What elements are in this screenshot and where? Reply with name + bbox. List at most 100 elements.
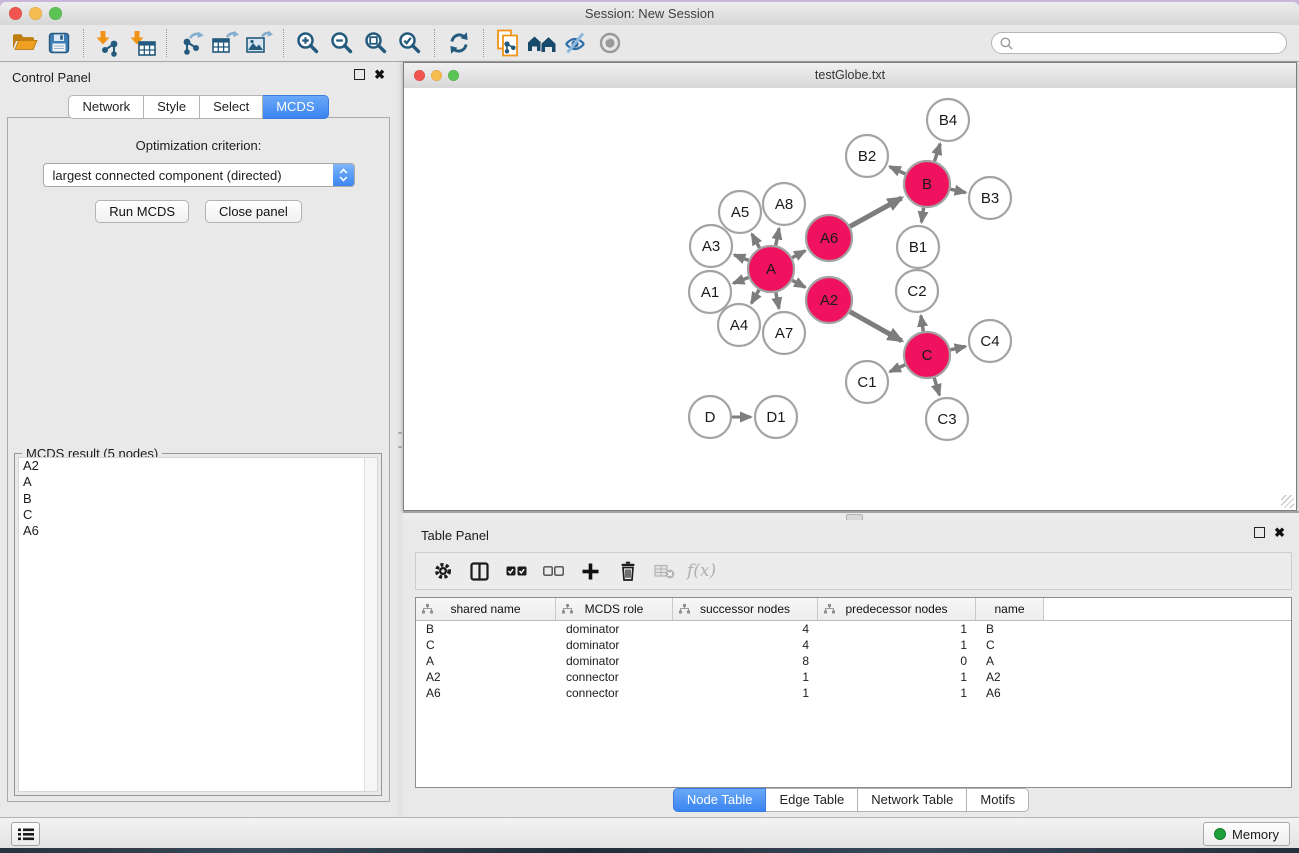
refresh-icon[interactable] [442, 28, 476, 58]
select-all-checkboxes-icon[interactable] [498, 556, 535, 586]
mcds-result-item[interactable]: A2 [19, 458, 377, 474]
mcds-result-item[interactable]: B [19, 491, 377, 507]
graph-edge-A-A4[interactable] [751, 290, 759, 304]
import-network-icon[interactable] [91, 28, 125, 58]
graph-node-A4[interactable]: A4 [718, 304, 760, 346]
export-image-icon[interactable] [242, 28, 276, 58]
graph-node-B3[interactable]: B3 [969, 177, 1011, 219]
graph-node-C1[interactable]: C1 [846, 361, 888, 403]
table-row[interactable]: Adominator80A [416, 653, 1291, 669]
function-builder-icon[interactable]: f(x) [687, 561, 716, 581]
table-row[interactable]: A6connector11A6 [416, 685, 1291, 701]
graph-node-A6[interactable]: A6 [806, 215, 852, 261]
tab-style[interactable]: Style [144, 95, 200, 119]
column-header-successor-nodes[interactable]: successor nodes [673, 598, 818, 620]
graph-node-A[interactable]: A [748, 246, 794, 292]
graph-node-A7[interactable]: A7 [763, 312, 805, 354]
show-all-icon[interactable] [593, 28, 627, 58]
graph-edge-C-C3[interactable] [934, 378, 939, 395]
tab-network[interactable]: Network [68, 95, 144, 119]
tab-motifs[interactable]: Motifs [967, 788, 1029, 812]
zoom-in-icon[interactable] [291, 28, 325, 58]
graph-node-B1[interactable]: B1 [897, 226, 939, 268]
run-mcds-button[interactable]: Run MCDS [95, 200, 189, 223]
graph-edge-B-B2[interactable] [890, 167, 906, 174]
graph-node-D[interactable]: D [689, 396, 731, 438]
show-columns-icon[interactable] [461, 556, 498, 586]
graph-edge-A6-B[interactable] [850, 198, 902, 226]
column-header-shared-name[interactable]: shared name [416, 598, 556, 620]
graph-node-A8[interactable]: A8 [763, 183, 805, 225]
zoom-out-icon[interactable] [325, 28, 359, 58]
tab-edge-table[interactable]: Edge Table [766, 788, 858, 812]
graph-node-C2[interactable]: C2 [896, 270, 938, 312]
table-options-gear-icon[interactable] [424, 556, 461, 586]
graph-node-C[interactable]: C [904, 332, 950, 378]
close-panel-icon[interactable]: ✖ [374, 69, 385, 80]
table-row[interactable]: Cdominator41C [416, 637, 1291, 653]
hide-selected-icon[interactable] [559, 28, 593, 58]
save-session-icon[interactable] [42, 28, 76, 58]
graph-edge-C-C1[interactable] [890, 365, 905, 372]
tab-node-table[interactable]: Node Table [673, 788, 767, 812]
close-panel-button[interactable]: Close panel [205, 200, 302, 223]
tab-mcds[interactable]: MCDS [263, 95, 328, 119]
graph-edge-A-A3[interactable] [734, 255, 748, 261]
export-network-icon[interactable] [174, 28, 208, 58]
new-network-from-selection-icon[interactable] [491, 28, 525, 58]
column-header-predecessor-nodes[interactable]: predecessor nodes [818, 598, 976, 620]
table-row[interactable]: Bdominator41B [416, 621, 1291, 637]
table-row[interactable]: A2connector11A2 [416, 669, 1291, 685]
graph-edge-A-A8[interactable] [776, 229, 779, 246]
table-header[interactable]: shared nameMCDS rolesuccessor nodesprede… [416, 598, 1291, 621]
graph-node-C3[interactable]: C3 [926, 398, 968, 440]
tab-select[interactable]: Select [200, 95, 263, 119]
graph-edge-A-A6[interactable] [792, 251, 805, 258]
graph-edge-C-C2[interactable] [921, 316, 923, 332]
open-file-icon[interactable] [8, 28, 42, 58]
graph-node-A5[interactable]: A5 [719, 191, 761, 233]
scrollbar-track[interactable] [364, 458, 377, 791]
memory-button[interactable]: Memory [1203, 822, 1290, 846]
graph-edge-B-B4[interactable] [935, 144, 941, 161]
graph-edge-A-A5[interactable] [752, 234, 760, 248]
mcds-result-item[interactable]: C [19, 507, 377, 523]
close-panel-icon[interactable]: ✖ [1274, 527, 1285, 538]
create-column-icon[interactable] [572, 556, 609, 586]
mcds-result-list[interactable]: A2ABCA6 [18, 457, 378, 792]
graph-node-B4[interactable]: B4 [927, 99, 969, 141]
graph-node-B2[interactable]: B2 [846, 135, 888, 177]
graph-edge-C-C4[interactable] [950, 346, 965, 349]
search-field[interactable] [991, 32, 1287, 54]
optimization-criterion-select[interactable]: largest connected component (directed) [43, 163, 355, 187]
graph-edge-A2-C[interactable] [850, 312, 902, 341]
zoom-fit-icon[interactable] [359, 28, 393, 58]
graph-node-D1[interactable]: D1 [755, 396, 797, 438]
graph-node-B[interactable]: B [904, 161, 950, 207]
graph-node-A1[interactable]: A1 [689, 271, 731, 313]
import-table-icon[interactable] [125, 28, 159, 58]
unselect-all-checkboxes-icon[interactable] [535, 556, 572, 586]
graph-edge-A-A2[interactable] [792, 280, 805, 287]
task-history-button[interactable] [11, 822, 40, 846]
delete-columns-icon[interactable] [609, 556, 646, 586]
column-header-name[interactable]: name [976, 598, 1044, 620]
graph-edge-A-A1[interactable] [733, 278, 748, 284]
float-panel-icon[interactable] [354, 69, 365, 80]
graph-edge-A-A7[interactable] [776, 293, 779, 309]
graph-node-A3[interactable]: A3 [690, 225, 732, 267]
graph-node-C4[interactable]: C4 [969, 320, 1011, 362]
resize-grip-icon[interactable] [1281, 495, 1294, 508]
graph-edge-B-B1[interactable] [922, 208, 924, 223]
mcds-result-item[interactable]: A [19, 474, 377, 490]
first-neighbors-icon[interactable] [525, 28, 559, 58]
graph-edge-B-B3[interactable] [950, 189, 965, 192]
float-panel-icon[interactable] [1254, 527, 1265, 538]
search-input[interactable] [1019, 35, 1278, 51]
export-table-icon[interactable] [208, 28, 242, 58]
tab-network-table[interactable]: Network Table [858, 788, 967, 812]
zoom-selected-icon[interactable] [393, 28, 427, 58]
graph-node-A2[interactable]: A2 [806, 277, 852, 323]
column-header-MCDS-role[interactable]: MCDS role [556, 598, 673, 620]
mcds-result-item[interactable]: A6 [19, 523, 377, 539]
